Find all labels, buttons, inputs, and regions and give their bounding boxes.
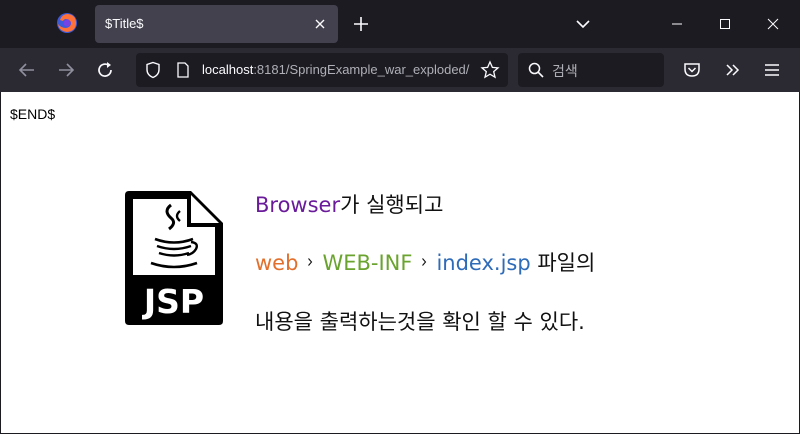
firefox-logo-icon[interactable] — [56, 12, 78, 34]
chevron-right-icon — [308, 258, 313, 266]
browser-highlight: Browser — [255, 193, 341, 217]
path-web-inf: WEB-INF — [322, 251, 413, 275]
description-line-1: Browser가 실행되고 — [255, 189, 443, 219]
tab-strip: $Title$ — [0, 0, 800, 48]
url-text[interactable]: localhost:8181/SpringExample_war_explode… — [202, 62, 469, 77]
maximize-icon — [720, 19, 730, 29]
active-tab[interactable]: $Title$ — [95, 5, 338, 43]
window-close-icon — [767, 18, 779, 30]
forward-arrow-icon[interactable] — [56, 60, 76, 80]
star-icon[interactable] — [480, 60, 500, 80]
minimize-button[interactable] — [653, 0, 701, 48]
back-arrow-icon[interactable] — [17, 60, 37, 80]
navigation-bar: localhost:8181/SpringExample_war_explode… — [0, 48, 800, 92]
tab-title: $Title$ — [105, 16, 144, 31]
shield-icon[interactable] — [144, 61, 162, 79]
url-path: :8181/SpringExample_war_exploded/ — [253, 62, 470, 77]
plus-icon[interactable] — [351, 14, 371, 34]
reload-icon[interactable] — [95, 60, 115, 80]
line2-rest: 파일의 — [530, 251, 596, 275]
menu-icon[interactable] — [762, 60, 782, 80]
chevron-right-icon — [422, 258, 427, 266]
minimize-icon — [672, 23, 682, 25]
line1-rest: 가 실행되고 — [340, 193, 444, 217]
page-content: $END$ JSP Browser가 실행되고 web WEB-INF index.… — [1, 92, 799, 433]
close-icon[interactable] — [310, 14, 330, 34]
path-web: web — [255, 251, 299, 275]
jsp-file-icon: JSP — [125, 191, 223, 325]
search-icon — [528, 62, 544, 78]
search-input[interactable]: 검색 — [552, 61, 578, 81]
page-icon[interactable] — [174, 61, 192, 79]
search-bar[interactable]: 검색 — [518, 53, 664, 87]
description-line-2: web WEB-INF index.jsp 파일의 — [255, 247, 595, 277]
maximize-button[interactable] — [701, 0, 749, 48]
description-line-3: 내용을 출력하는것을 확인 할 수 있다. — [255, 310, 585, 334]
pocket-icon[interactable] — [682, 60, 702, 80]
url-bar[interactable]: localhost:8181/SpringExample_war_explode… — [136, 53, 508, 87]
overflow-icon[interactable] — [723, 60, 743, 80]
path-index-jsp: index.jsp — [436, 251, 531, 275]
jsp-icon-label: JSP — [142, 282, 204, 321]
end-text: $END$ — [10, 106, 56, 122]
window-close-button[interactable] — [749, 0, 797, 48]
chevron-down-icon[interactable] — [573, 14, 593, 34]
url-host: localhost — [202, 62, 254, 77]
